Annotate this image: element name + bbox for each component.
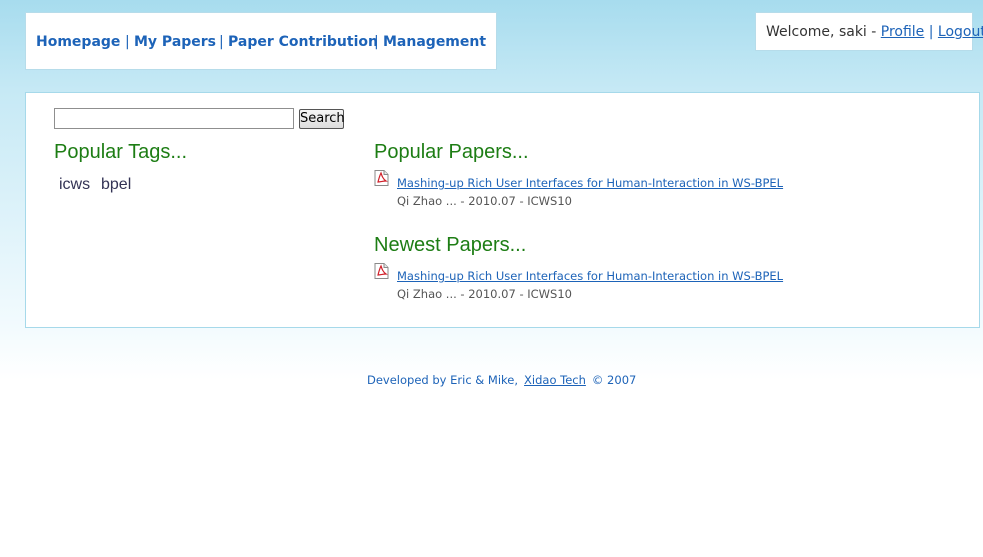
nav-separator: | bbox=[219, 34, 224, 50]
welcome-text: Welcome, saki - bbox=[766, 24, 881, 40]
profile-link[interactable]: Profile bbox=[881, 24, 925, 40]
newest-paper-meta: Qi Zhao ... - 2010.07 - ICWS10 bbox=[397, 287, 572, 301]
footer-copyright: © 2007 bbox=[591, 373, 637, 387]
nav-homepage[interactable]: Homepage bbox=[36, 34, 120, 51]
search-input[interactable] bbox=[54, 108, 294, 129]
tag-link-bpel[interactable]: bpel bbox=[101, 175, 131, 195]
newest-paper-link[interactable]: Mashing-up Rich User Interfaces for Huma… bbox=[397, 269, 783, 283]
search-button[interactable]: Search bbox=[299, 109, 345, 129]
popular-papers-title: Popular Papers... bbox=[374, 141, 529, 163]
main-content: Search Popular Tags... icws bpel Popular… bbox=[25, 92, 980, 328]
nav-separator: | bbox=[374, 34, 379, 50]
popular-tags-title: Popular Tags... bbox=[54, 141, 188, 163]
pdf-icon bbox=[374, 263, 389, 279]
nav-separator: | bbox=[125, 34, 130, 50]
footer-developed: Developed by Eric & Mike, bbox=[367, 373, 519, 387]
user-separator: | bbox=[928, 24, 934, 40]
main-nav: Homepage | My Papers | Paper Contributio… bbox=[25, 12, 497, 70]
tag-link-icws[interactable]: icws bbox=[59, 175, 90, 195]
popular-paper-meta: Qi Zhao ... - 2010.07 - ICWS10 bbox=[397, 194, 572, 208]
nav-paper-contribution[interactable]: Paper Contribution bbox=[228, 34, 378, 51]
newest-papers-title: Newest Papers... bbox=[374, 234, 527, 256]
user-panel: Welcome, saki - Profile | Logout bbox=[755, 12, 983, 51]
nav-management[interactable]: Management bbox=[383, 34, 486, 51]
nav-my-papers[interactable]: My Papers bbox=[134, 34, 216, 51]
pdf-icon bbox=[374, 170, 389, 186]
footer: Developed by Eric & Mike, Xidao Tech © 200… bbox=[367, 373, 636, 387]
popular-paper-link[interactable]: Mashing-up Rich User Interfaces for Huma… bbox=[397, 176, 783, 190]
footer-xidao-link[interactable]: Xidao Tech bbox=[524, 373, 586, 387]
logout-link[interactable]: Logout bbox=[938, 24, 983, 40]
